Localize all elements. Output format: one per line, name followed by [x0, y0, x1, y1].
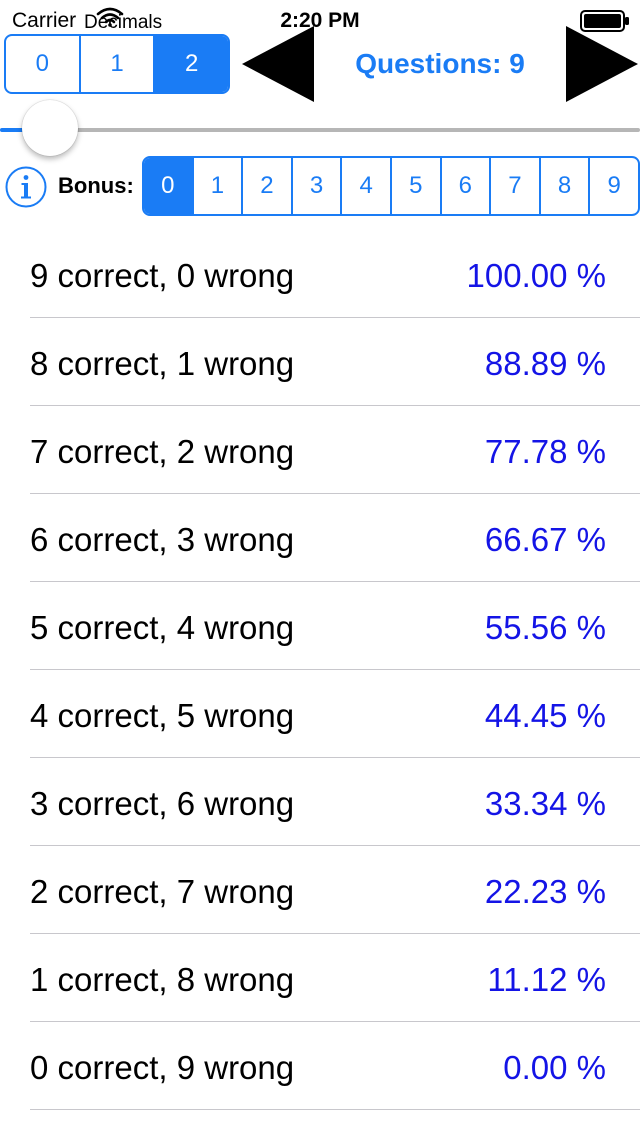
- questions-count-title: Questions: 9: [355, 48, 525, 79]
- result-label: 7 correct, 2 wrong: [30, 433, 295, 470]
- triangle-right-icon[interactable]: [566, 26, 638, 102]
- result-label: 3 correct, 6 wrong: [30, 785, 295, 822]
- result-row: 9 correct, 0 wrong 100.00 %: [0, 230, 640, 318]
- result-row: 0 correct, 9 wrong 0.00 %: [0, 1022, 640, 1110]
- result-percentage: 100.00 %: [466, 257, 606, 294]
- result-row: 1 correct, 8 wrong 11.12 %: [0, 934, 640, 1022]
- result-percentage: 77.78 %: [484, 433, 606, 470]
- result-row: 4 correct, 5 wrong 44.45 %: [0, 670, 640, 758]
- result-row: 6 correct, 3 wrong 66.67 %: [0, 494, 640, 582]
- bonus-segmented-control[interactable]: 0123456789: [142, 156, 640, 216]
- triangle-left-icon[interactable]: [242, 26, 314, 102]
- bonus-option-7[interactable]: 7: [489, 158, 539, 214]
- result-label: 2 correct, 7 wrong: [30, 873, 295, 910]
- bonus-option-5[interactable]: 5: [389, 158, 440, 214]
- bonus-option-4[interactable]: 4: [340, 158, 390, 214]
- slider-thumb[interactable]: [22, 100, 78, 156]
- result-label: 1 correct, 8 wrong: [30, 961, 295, 998]
- info-icon[interactable]: [5, 166, 47, 208]
- result-percentage: 44.45 %: [484, 697, 606, 734]
- result-percentage: 66.67 %: [484, 521, 606, 558]
- decimals-option-0[interactable]: 0: [6, 36, 79, 92]
- bonus-option-1[interactable]: 1: [191, 158, 242, 214]
- bonus-option-3[interactable]: 3: [290, 158, 341, 214]
- result-row: 7 correct, 2 wrong 77.78 %: [0, 406, 640, 494]
- result-percentage: 22.23 %: [484, 873, 606, 910]
- bonus-label: Bonus:: [58, 173, 134, 198]
- result-row: 3 correct, 6 wrong 33.34 %: [0, 758, 640, 846]
- bonus-option-8[interactable]: 8: [538, 158, 589, 214]
- result-label: 4 correct, 5 wrong: [30, 697, 295, 734]
- bonus-option-9[interactable]: 9: [588, 158, 638, 214]
- result-label: 8 correct, 1 wrong: [30, 345, 295, 382]
- slider-track-empty: [50, 128, 640, 132]
- clock: 2:20 PM: [280, 9, 360, 32]
- result-row: 2 correct, 7 wrong 22.23 %: [0, 846, 640, 934]
- bonus-option-0[interactable]: 0: [144, 158, 192, 214]
- result-row: 5 correct, 4 wrong 55.56 %: [0, 582, 640, 670]
- decimals-segmented-control[interactable]: 012: [4, 34, 230, 94]
- results-list: 9 correct, 0 wrong 100.00 % 8 correct, 1 w…: [0, 230, 640, 1110]
- bonus-option-2[interactable]: 2: [241, 158, 291, 214]
- result-label: 5 correct, 4 wrong: [30, 609, 295, 646]
- result-label: 6 correct, 3 wrong: [30, 521, 295, 558]
- bonus-option-6[interactable]: 6: [439, 158, 490, 214]
- result-label: 9 correct, 0 wrong: [30, 257, 295, 294]
- result-percentage: 0.00 %: [503, 1049, 606, 1086]
- decimals-option-2[interactable]: 2: [153, 36, 228, 92]
- result-percentage: 55.56 %: [484, 609, 606, 646]
- result-label: 0 correct, 9 wrong: [30, 1049, 295, 1086]
- result-percentage: 11.12 %: [487, 961, 606, 998]
- questions-slider[interactable]: [0, 100, 640, 160]
- result-percentage: 88.89 %: [484, 345, 606, 382]
- result-percentage: 33.34 %: [484, 785, 606, 822]
- decimals-option-1[interactable]: 1: [78, 36, 154, 92]
- result-row: 8 correct, 1 wrong 88.89 %: [0, 318, 640, 406]
